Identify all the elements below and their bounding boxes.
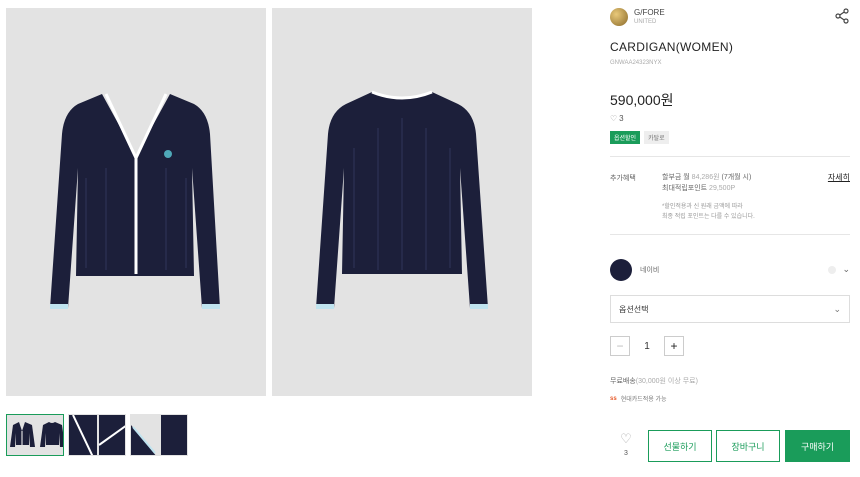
like-count-summary: 3 [619,114,624,123]
brand-name: G/FORE [634,8,665,17]
like-button[interactable]: ♡ 3 [616,430,636,457]
installment-suffix: (7개월 시) [721,174,752,181]
add-to-cart-button[interactable]: 장바구니 [716,430,780,462]
benefit-note-line-1: *할인적용과 신 원래 금액에 따라 [662,204,743,210]
gift-button[interactable]: 선물하기 [648,430,712,462]
product-code: GNWAA24323NYX [610,60,662,66]
brand-logo [610,8,628,26]
payment-info: ss 현대카드적용 가능 [610,394,667,404]
heart-icon: ♡ [620,431,632,446]
product-title: CARDIGAN(WOMEN) [610,40,734,54]
shipping-condition: (30,000원 이상 무료) [635,378,698,385]
thumbnail-1[interactable] [6,414,64,456]
quantity-increase-button[interactable]: + [664,336,684,356]
badge-option-discount: 옵션할인 [610,131,641,144]
quantity-decrease-button[interactable]: − [610,336,630,356]
benefit-label: 추가혜택 [610,175,636,182]
divider [610,156,850,157]
benefit-note-line-2: 최종 적립 포인트는 다를 수 있습니다. [662,214,755,220]
shipping-label: 무료배송 [610,378,636,385]
shipping-info: 무료배송(30,000원 이상 무료) [610,376,698,386]
thumbnail-strip [6,414,188,456]
points-amount: 29,500P [709,185,736,192]
benefit-note: *할인적용과 신 원래 금액에 따라 최종 적립 포인트는 다를 수 있습니다. [662,202,755,222]
chevron-down-icon[interactable]: ⌄ [842,264,850,275]
brand-header[interactable]: G/FORE UNITED [610,6,850,28]
payment-text: 현대카드적용 가능 [620,397,667,403]
product-image-back[interactable] [272,8,532,396]
benefit-details: 할부금 월 84,286원 (7개월 시) 최대적립포인트 29,500P [662,172,751,194]
payment-logo: ss [610,395,617,402]
brand-subtitle: UNITED [634,19,657,25]
heart-icon: ♡ [610,114,618,123]
benefit-detail-link[interactable]: 자세히 [828,172,850,183]
product-info-panel: G/FORE UNITED CARDIGAN(WOMEN) GNWAA24323… [610,6,850,462]
thumbnail-2[interactable] [68,414,126,456]
color-swatch-navy[interactable] [610,259,632,281]
installment-prefix: 할부금 월 [662,174,690,181]
thumbnail-3[interactable] [130,414,188,456]
installment-amount: 84,286원 [691,174,720,181]
like-summary: ♡ 3 [610,114,624,123]
action-bar: ♡ 3 선물하기 장바구니 구매하기 [610,430,850,462]
share-icon[interactable] [834,8,850,24]
points-prefix: 최대적립포인트 [662,185,708,192]
option-select-placeholder: 옵션선택 [619,304,649,314]
option-select[interactable]: 옵션선택 ⌄ [610,295,850,323]
buy-now-button[interactable]: 구매하기 [785,430,850,462]
chevron-down-icon: ⌄ [833,303,841,314]
badge-row: 옵션할인 카탈로 [610,131,669,144]
divider [610,234,850,235]
badge-catalog: 카탈로 [644,131,669,144]
quantity-stepper: − 1 + [610,336,684,356]
product-price: 590,000원 [610,92,674,108]
color-indicator [828,266,836,274]
color-name: 네이비 [640,267,660,274]
product-image-front[interactable] [6,8,266,396]
color-option-row[interactable]: 네이비 ⌄ [610,258,850,282]
like-count: 3 [624,450,628,457]
quantity-value[interactable]: 1 [630,341,664,352]
